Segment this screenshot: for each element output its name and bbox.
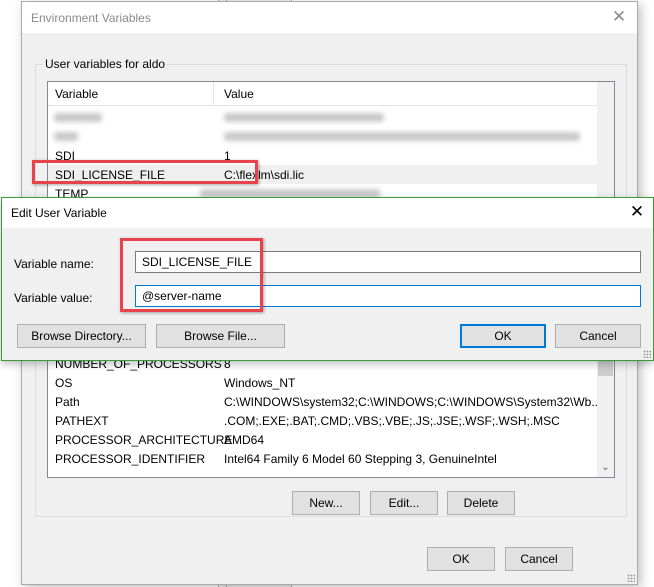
scroll-down-icon[interactable]: ⌄ — [597, 460, 614, 475]
edit-user-variable-dialog: Edit User Variable ✕ Variable name: Vari… — [1, 197, 654, 361]
group-label: User variables for aldo — [43, 57, 168, 71]
variable-name: Path — [55, 395, 80, 409]
table-row[interactable] — [48, 127, 598, 146]
blurred-variable — [54, 132, 78, 141]
edit-button[interactable]: Edit... — [370, 491, 438, 515]
list-header: Variable Value — [48, 82, 598, 106]
variable-value-label: Variable value: — [14, 291, 93, 305]
close-icon[interactable]: ✕ — [627, 202, 647, 222]
variable-name-input[interactable] — [135, 251, 641, 273]
variable-value: .COM;.EXE;.BAT;.CMD;.VBS;.VBE;.JS;.JSE;.… — [224, 414, 560, 428]
table-row[interactable]: PROCESSOR_IDENTIFIER Intel64 Family 6 Mo… — [48, 449, 598, 468]
variable-value: C:\flexlm\sdi.lic — [224, 168, 305, 182]
title-bar: Edit User Variable ✕ — [2, 198, 653, 228]
variable-value: Intel64 Family 6 Model 60 Stepping 3, Ge… — [224, 452, 497, 466]
variable-value: 1 — [224, 149, 231, 163]
table-row[interactable]: Path C:\WINDOWS\system32;C:\WINDOWS;C:\W… — [48, 392, 602, 411]
variable-value: Windows_NT — [224, 376, 296, 390]
title-bar: Environment Variables ✕ — [22, 2, 637, 33]
variable-value: C:\WINDOWS\system32;C:\WINDOWS;C:\WINDOW… — [224, 395, 602, 409]
table-row[interactable]: PROCESSOR_ARCHITECTURE AMD64 — [48, 430, 598, 449]
table-row-selected[interactable]: SDI_LICENSE_FILE C:\flexlm\sdi.lic — [48, 165, 598, 184]
ok-button[interactable]: OK — [460, 324, 546, 348]
resize-grip[interactable] — [643, 350, 651, 358]
variable-value-input[interactable] — [135, 285, 641, 307]
ok-button[interactable]: OK — [427, 547, 495, 571]
column-header-variable[interactable]: Variable — [55, 87, 98, 101]
variable-name: OS — [55, 376, 73, 390]
table-row[interactable]: PATHEXT .COM;.EXE;.BAT;.CMD;.VBS;.VBE;.J… — [48, 411, 598, 430]
variable-value: AMD64 — [224, 433, 265, 447]
blurred-value — [224, 113, 384, 122]
close-icon[interactable]: ✕ — [609, 7, 629, 27]
column-header-value[interactable]: Value — [224, 87, 254, 101]
blurred-variable — [54, 113, 102, 122]
cancel-button[interactable]: Cancel — [555, 324, 641, 348]
variable-name: SDI — [55, 149, 76, 163]
table-row[interactable]: OS Windows_NT — [48, 373, 598, 392]
variable-name: PATHEXT — [55, 414, 109, 428]
resize-grip[interactable] — [627, 574, 635, 582]
delete-button[interactable]: Delete — [447, 491, 515, 515]
variable-name: SDI_LICENSE_FILE — [55, 168, 166, 182]
new-button[interactable]: New... — [292, 491, 360, 515]
browse-directory-button[interactable]: Browse Directory... — [17, 324, 146, 348]
variable-name: PROCESSOR_ARCHITECTURE — [55, 433, 233, 447]
column-divider[interactable] — [213, 82, 214, 106]
cancel-button[interactable]: Cancel — [505, 547, 573, 571]
browse-file-button[interactable]: Browse File... — [156, 324, 285, 348]
variable-name: PROCESSOR_IDENTIFIER — [55, 452, 206, 466]
variable-name-label: Variable name: — [14, 257, 94, 271]
dialog-title: Edit User Variable — [11, 206, 107, 220]
table-row[interactable]: SDI 1 — [48, 146, 598, 165]
blurred-value — [224, 132, 580, 141]
dialog-title: Environment Variables — [31, 11, 151, 25]
table-row[interactable] — [48, 108, 598, 127]
